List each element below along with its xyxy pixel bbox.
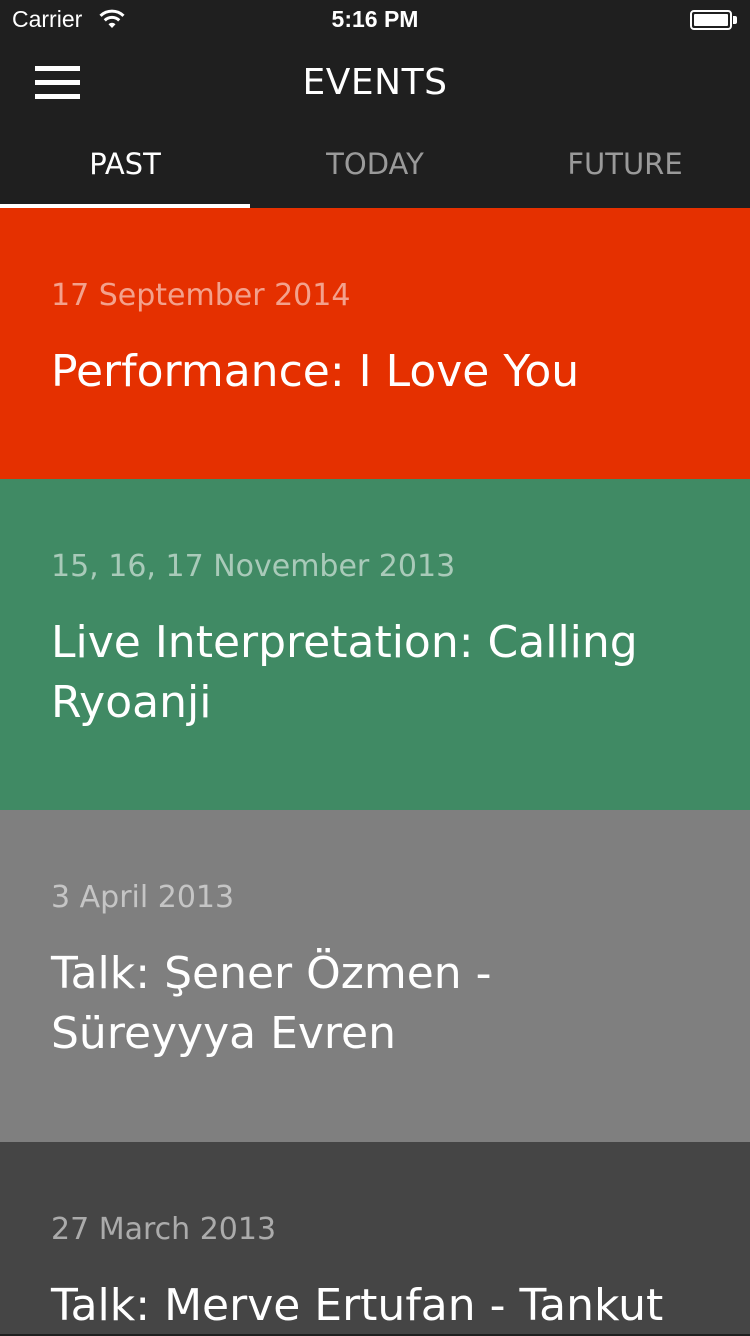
event-title: Performance: I Love You [51, 346, 580, 397]
tab-today[interactable]: TODAY [250, 126, 500, 208]
event-title: Talk: Şener Özmen - Süreyyya Evren [51, 948, 492, 1059]
event-title: Talk: Merve Ertufan - Tankut [51, 1280, 664, 1331]
event-date: 15, 16, 17 November 2013 [51, 549, 456, 584]
tab-label: FUTURE [567, 147, 683, 181]
event-card[interactable]: 15, 16, 17 November 2013 Live Interpreta… [0, 479, 750, 810]
event-date: 27 March 2013 [51, 1212, 277, 1247]
event-card[interactable]: 3 April 2013 Talk: Şener Özmen - Süreyyy… [0, 810, 750, 1142]
event-date: 17 September 2014 [51, 278, 351, 313]
event-date: 3 April 2013 [51, 880, 235, 915]
event-card[interactable]: 17 September 2014 Performance: I Love Yo… [0, 208, 750, 479]
tab-label: PAST [89, 147, 161, 181]
battery-icon [690, 10, 738, 30]
tab-bar: PAST TODAY FUTURE [0, 126, 750, 208]
status-time: 5:16 PM [331, 6, 419, 32]
status-bar: Carrier 5:16 PM [0, 0, 750, 40]
tab-future[interactable]: FUTURE [500, 126, 750, 208]
event-title: Live Interpretation: Calling Ryoanji [51, 617, 638, 728]
navigation-bar: EVENTS [0, 40, 750, 126]
event-list: 17 September 2014 Performance: I Love Yo… [0, 208, 750, 1334]
event-card[interactable]: 27 March 2013 Talk: Merve Ertufan - Tank… [0, 1142, 750, 1334]
page-title: EVENTS [302, 62, 448, 103]
tab-label: TODAY [326, 147, 424, 181]
tab-past[interactable]: PAST [0, 126, 250, 208]
